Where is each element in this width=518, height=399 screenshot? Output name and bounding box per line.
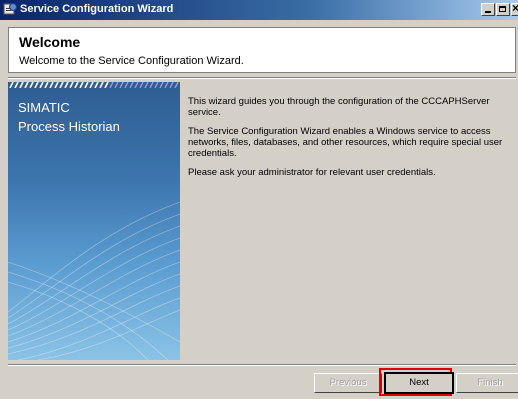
dash-stripe	[9, 82, 179, 88]
wizard-body: This wizard guides you through the confi…	[188, 96, 514, 186]
wizard-header: Welcome Welcome to the Service Configura…	[8, 27, 516, 73]
product-brand: SIMATIC	[18, 100, 70, 115]
credentials-paragraph: Please ask your administrator for releva…	[188, 167, 436, 178]
minimize-button[interactable]	[481, 3, 495, 16]
close-button[interactable]	[511, 1, 518, 16]
finish-button[interactable]: Finish	[456, 373, 518, 393]
header-divider	[8, 77, 516, 79]
wizard-app-icon	[3, 3, 17, 15]
next-button[interactable]: Next	[384, 372, 454, 394]
title-bar[interactable]: Service Configuration Wizard	[0, 0, 518, 20]
page-subtitle: Welcome to the Service Configuration Wiz…	[19, 55, 244, 67]
footer-divider	[8, 364, 516, 366]
intro-paragraph: This wizard guides you through the confi…	[188, 96, 490, 118]
maximize-button[interactable]	[496, 3, 510, 16]
window-title: Service Configuration Wizard	[20, 3, 174, 15]
product-name: Process Historian	[18, 119, 120, 134]
page-title: Welcome	[19, 34, 81, 50]
previous-button[interactable]: Previous	[314, 373, 382, 393]
description-paragraph: The Service Configuration Wizard enables…	[188, 126, 503, 159]
wizard-window: Service Configuration Wizard Welcome Wel…	[0, 0, 518, 399]
wizard-side-banner: SIMATIC Process Historian	[8, 82, 180, 360]
